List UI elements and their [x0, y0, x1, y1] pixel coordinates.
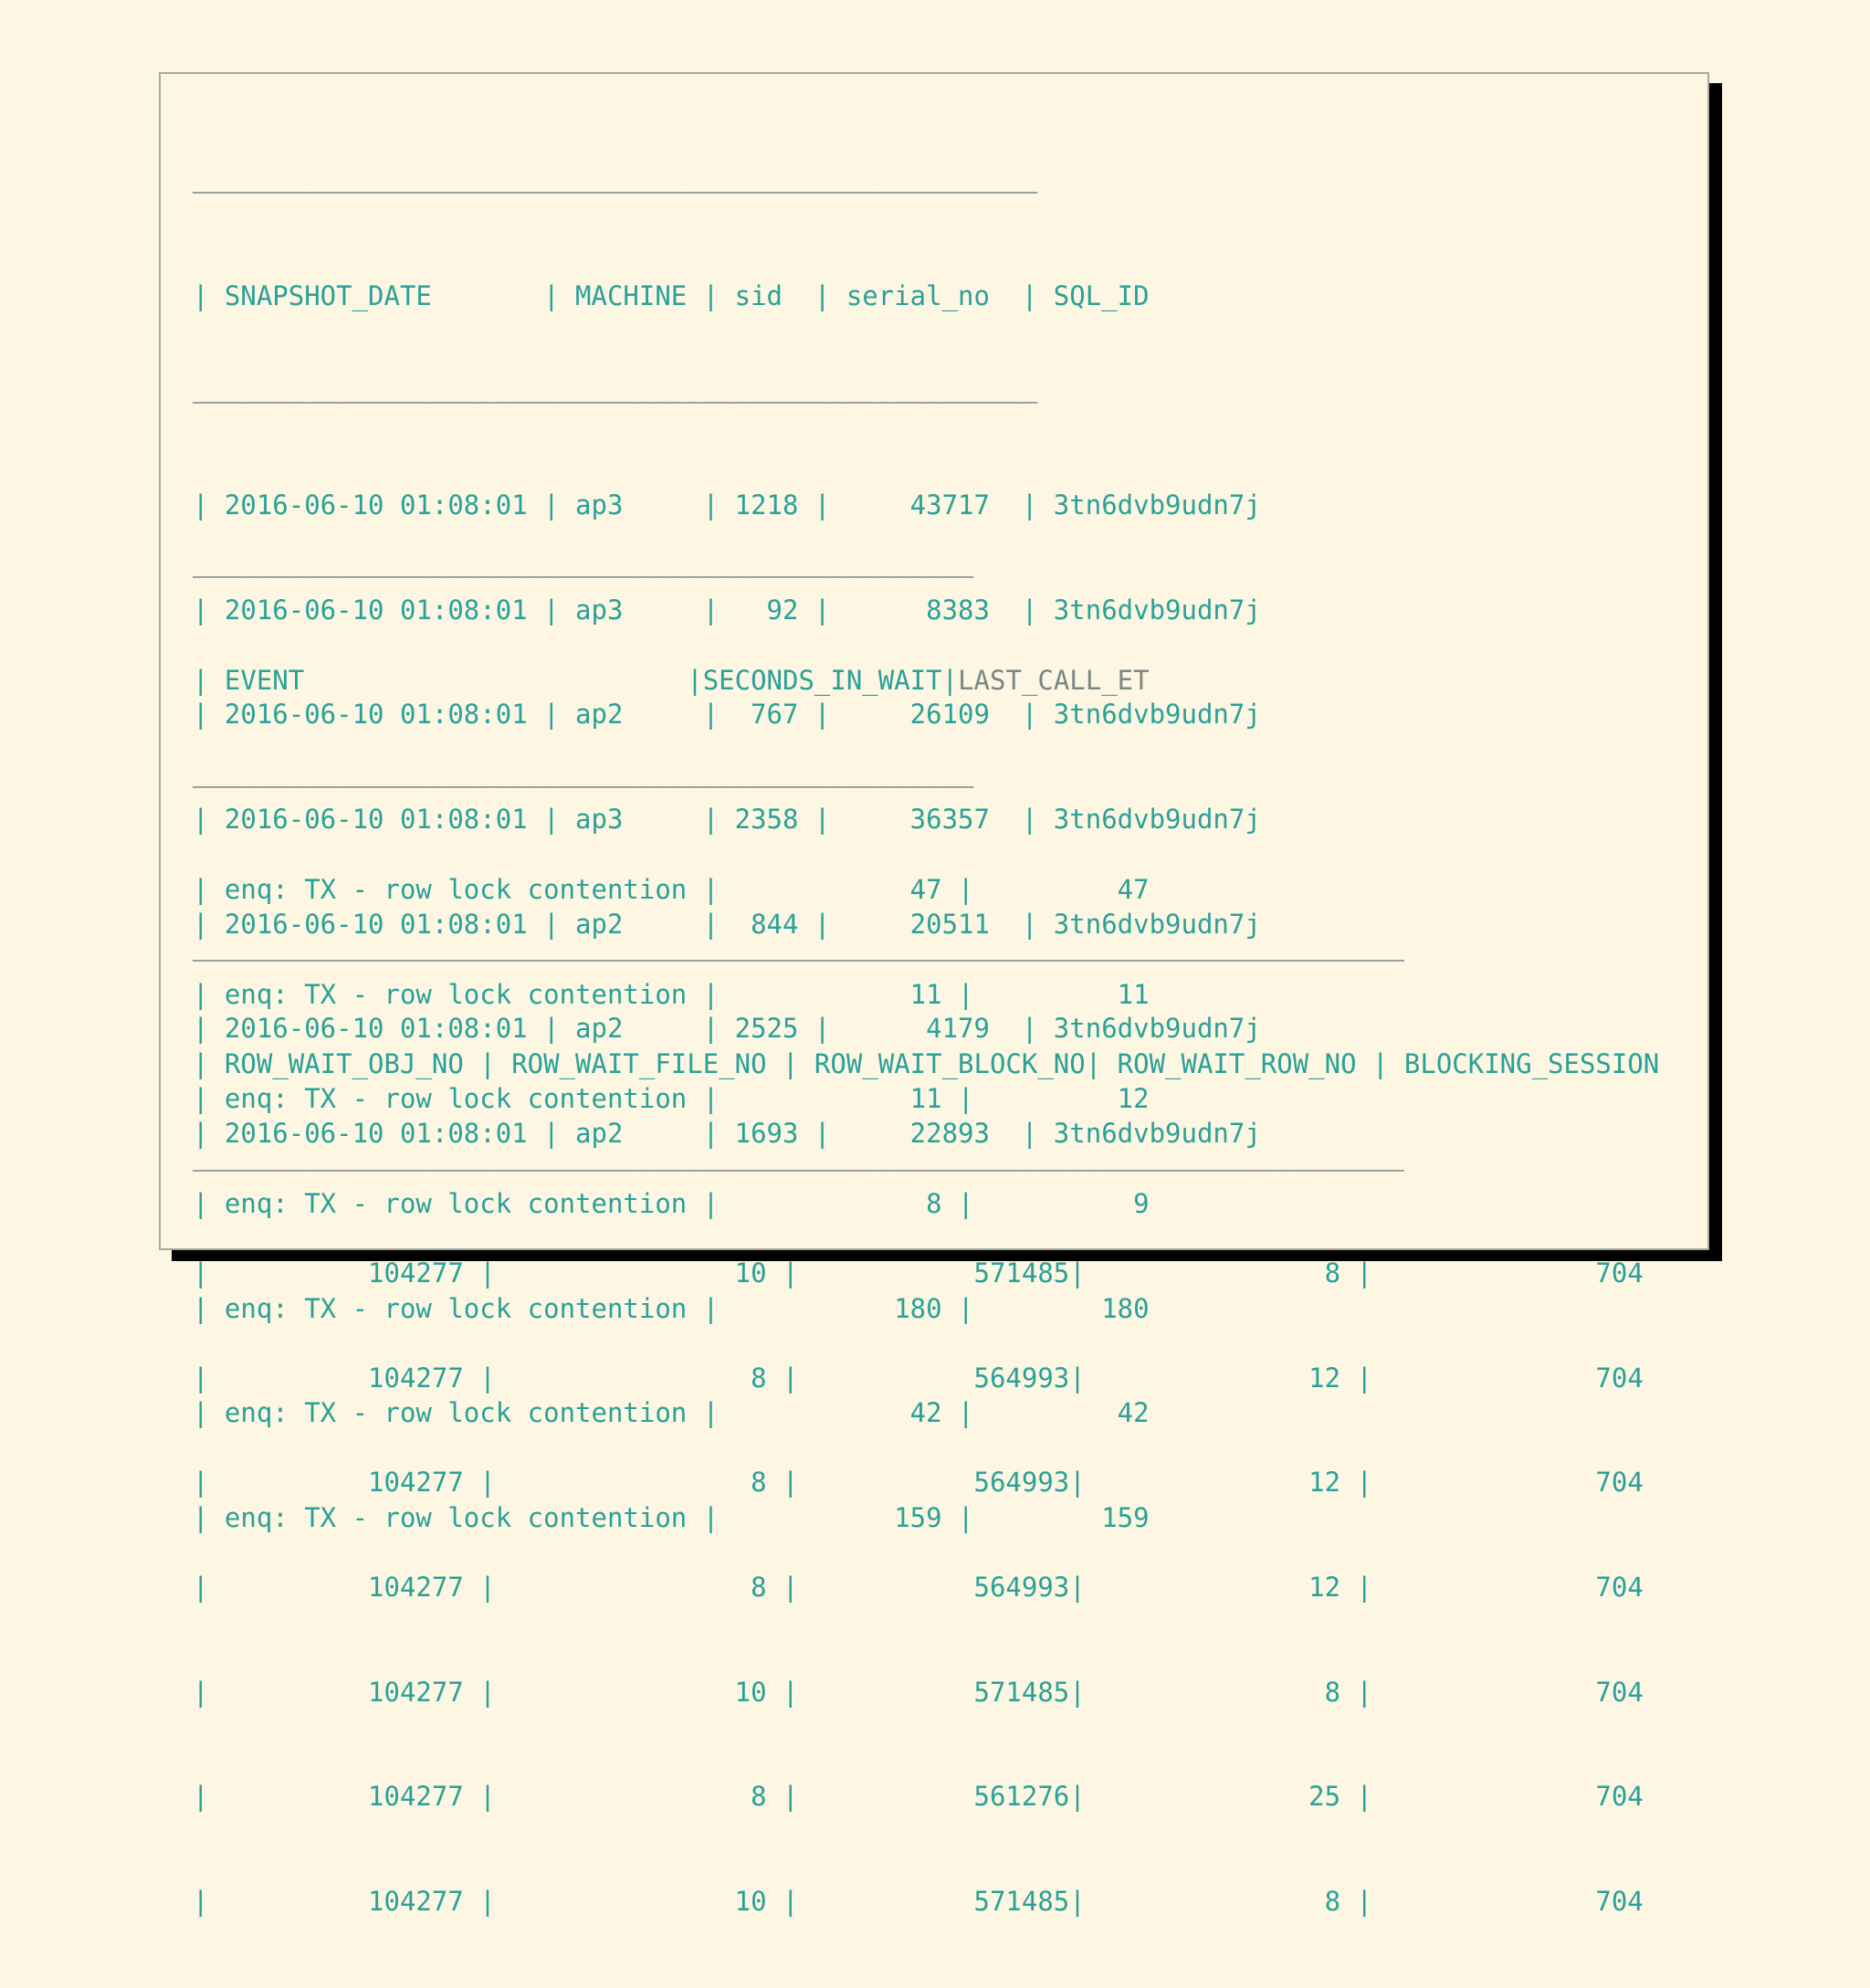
table-header: | SNAPSHOT_DATE | MACHINE | sid | serial… [193, 280, 1150, 311]
table-rule-header: ――――――――――――――――――――――――――――――――――――――――… [193, 769, 974, 801]
table-header-main: | EVENT |SECONDS_IN_WAIT| [193, 665, 959, 696]
table-row: | 104277 | 8 | 564993| 12 | 704 [193, 1571, 1644, 1603]
table-row: | 104277 | 8 | 564993| 12 | 704 [193, 1467, 1644, 1499]
table-header: | ROW_WAIT_OBJ_NO | ROW_WAIT_FILE_NO | R… [193, 1048, 1660, 1079]
query-output-panel: ――――――――――――――――――――――――――――――――――――――――… [159, 72, 1709, 1917]
table-rule-top: ――――――――――――――――――――――――――――――――――――――――… [193, 175, 1038, 207]
table-rule-top: ――――――――――――――――――――――――――――――――――――――――… [193, 943, 1404, 975]
table-row: | 104277 | 8 | 564993| 12 | 704 [193, 1362, 1644, 1394]
table-rule-top: ――――――――――――――――――――――――――――――――――――――――… [193, 560, 974, 592]
table-header-last-call: LAST_CALL_ET [958, 665, 1150, 696]
table-rule-header: ――――――――――――――――――――――――――――――――――――――――… [193, 384, 1038, 416]
table-row: | 104277 | 10 | 571485| 8 | 704 [193, 1676, 1644, 1708]
table-row: | 104277 | 8 | 561276| 25 | 704 [193, 1781, 1644, 1813]
table-row: | 104277 | 10 | 571485| 8 | 704 [193, 1257, 1644, 1289]
table-header: | EVENT |SECONDS_IN_WAIT|LAST_CALL_ET [193, 663, 1150, 698]
table-rule-header: ――――――――――――――――――――――――――――――――――――――――… [193, 1152, 1404, 1184]
table-row: | 104277 | 10 | 571485| 8 | 704 [193, 1885, 1644, 1917]
row-wait-table: ――――――――――――――――――――――――――――――――――――――――… [193, 872, 1659, 1988]
